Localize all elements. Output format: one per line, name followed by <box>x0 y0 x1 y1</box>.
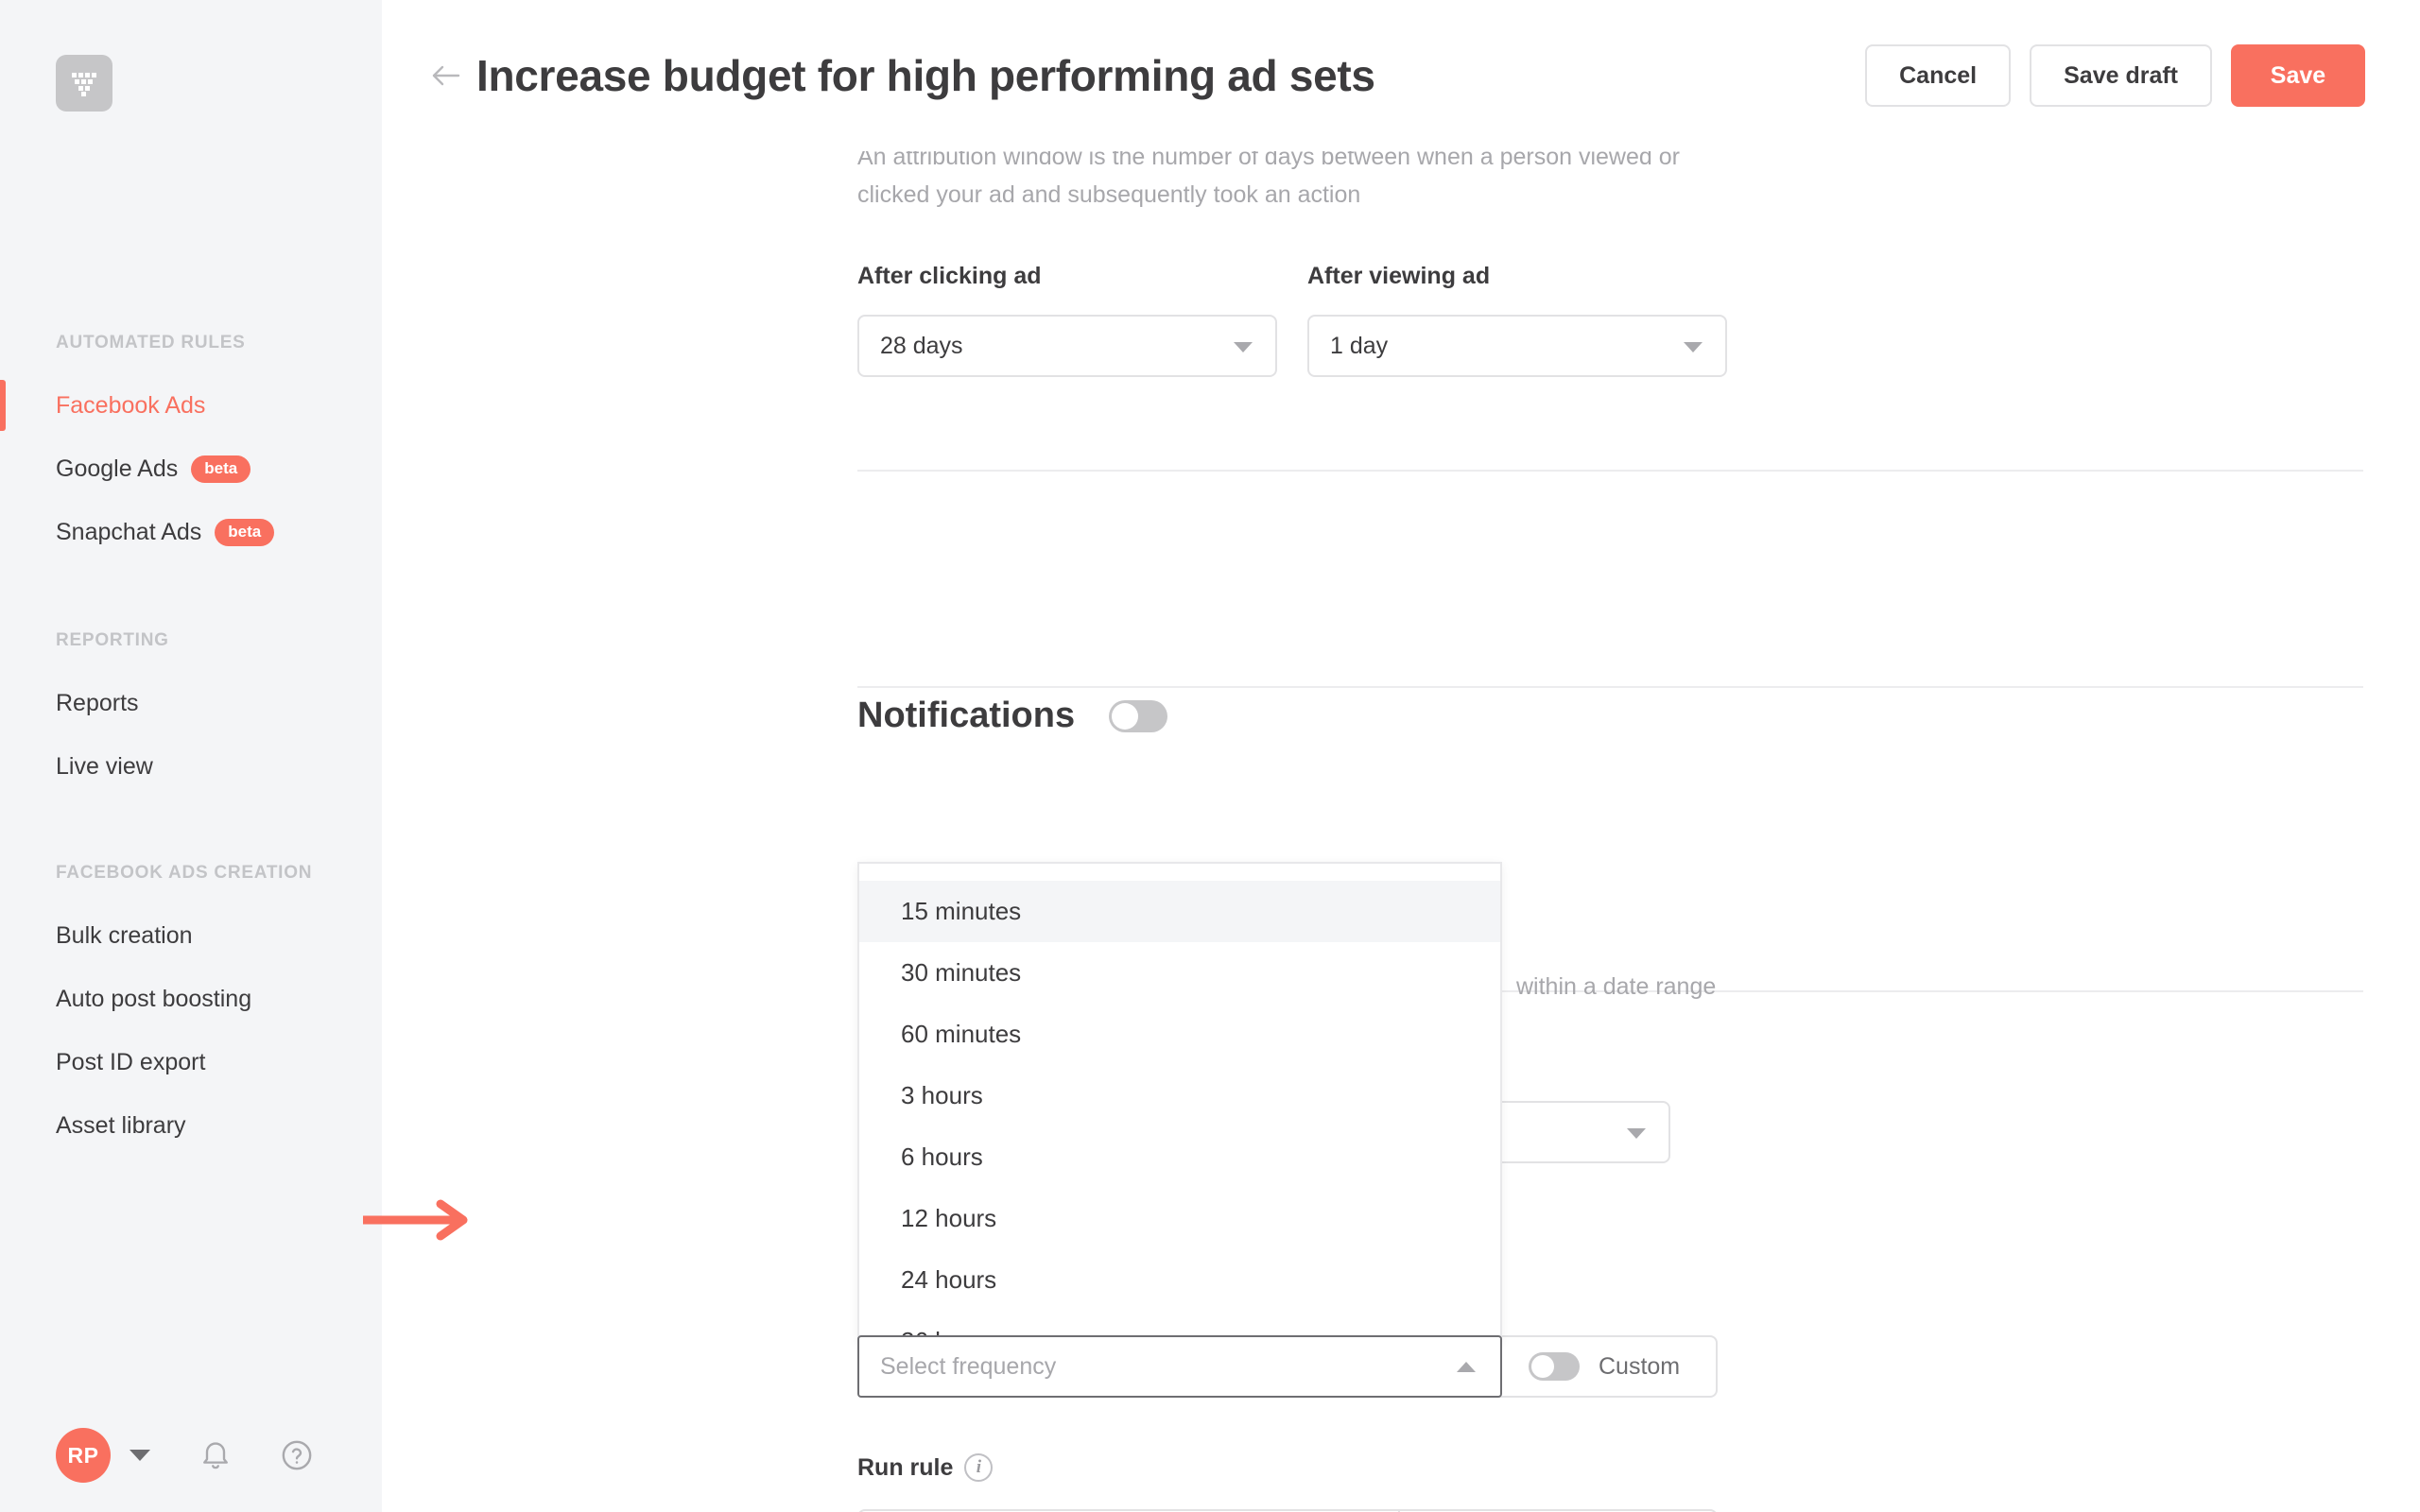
chevron-down-icon <box>1627 1128 1646 1139</box>
form-content: An attribution window is the number of d… <box>382 144 2420 1512</box>
sidebar-footer: RP <box>0 1399 382 1512</box>
dropdown-option[interactable]: 60 minutes <box>859 1004 1500 1065</box>
sidebar-item-auto-post-boosting[interactable]: Auto post boosting <box>0 968 382 1031</box>
sidebar-item-live-view[interactable]: Live view <box>0 735 382 799</box>
sidebar-item-label: Live view <box>56 753 153 780</box>
frequency-placeholder: Select frequency <box>880 1352 1057 1380</box>
sidebar-nav: AUTOMATED RULES Facebook Ads Google Ads … <box>0 333 382 1158</box>
run-rule-label: Run rule <box>857 1453 954 1481</box>
sidebar-item-post-id-export[interactable]: Post ID export <box>0 1031 382 1094</box>
after-viewing-ad-field: After viewing ad 1 day <box>1307 263 1727 377</box>
sidebar-item-label: Google Ads <box>56 455 179 482</box>
frequency-row: Select frequency Custom <box>857 1335 1718 1398</box>
sidebar-item-label: Snapchat Ads <box>56 519 202 545</box>
chevron-up-icon <box>1457 1362 1476 1372</box>
dropdown-top-padding <box>859 864 1500 881</box>
after-clicking-ad-field: After clicking ad 28 days <box>857 263 1277 377</box>
main-panel: Increase budget for high performing ad s… <box>382 0 2420 1512</box>
sidebar-item-asset-library[interactable]: Asset library <box>0 1094 382 1158</box>
sidebar-item-label: Asset library <box>56 1112 186 1139</box>
after-clicking-ad-label: After clicking ad <box>857 263 1042 289</box>
dropdown-option[interactable]: 3 hours <box>859 1065 1500 1126</box>
top-bar-actions: Cancel Save draft Save <box>1865 44 2365 107</box>
custom-toggle-cell[interactable]: Custom <box>1502 1337 1716 1396</box>
section-divider <box>857 686 2363 688</box>
nav-group-reporting: REPORTING Reports Live view <box>0 630 382 799</box>
custom-label: Custom <box>1599 1352 1681 1380</box>
beta-badge: beta <box>191 455 251 483</box>
sidebar-item-facebook-ads[interactable]: Facebook Ads <box>0 374 382 438</box>
frequency-dropdown[interactable]: 15 minutes 30 minutes 60 minutes 3 hours… <box>857 862 1502 1343</box>
chevron-down-icon[interactable] <box>130 1450 150 1461</box>
app-root: AUTOMATED RULES Facebook Ads Google Ads … <box>0 0 2420 1512</box>
after-viewing-ad-select[interactable]: 1 day <box>1307 315 1727 377</box>
notifications-section-header: Notifications <box>857 696 1168 736</box>
dropdown-option[interactable]: 24 hours <box>859 1249 1500 1311</box>
sidebar-item-label: Post ID export <box>56 1049 206 1075</box>
dropdown-option[interactable]: 15 minutes <box>859 881 1500 942</box>
section-divider <box>857 470 2363 472</box>
nav-heading-reporting: REPORTING <box>56 630 169 650</box>
sidebar-item-label: Facebook Ads <box>56 392 206 419</box>
chevron-down-icon <box>1684 342 1703 352</box>
notifications-toggle[interactable] <box>1109 699 1168 732</box>
sidebar-item-label: Reports <box>56 690 139 716</box>
dropdown-option[interactable]: 12 hours <box>859 1188 1500 1249</box>
top-bar: Increase budget for high performing ad s… <box>382 0 2420 151</box>
save-draft-button[interactable]: Save draft <box>2030 44 2212 107</box>
run-rule-label-row: Run rule i <box>857 1453 994 1482</box>
after-viewing-ad-label: After viewing ad <box>1307 263 1491 289</box>
notifications-title: Notifications <box>857 696 1076 735</box>
nav-group-facebook-ads-creation: FACEBOOK ADS CREATION Bulk creation Auto… <box>0 863 382 1158</box>
dropdown-option[interactable]: 30 minutes <box>859 942 1500 1004</box>
sidebar-item-reports[interactable]: Reports <box>0 672 382 735</box>
bell-icon[interactable] <box>199 1438 232 1472</box>
page-title: Increase budget for high performing ad s… <box>476 51 1375 100</box>
sidebar-item-snapchat-ads[interactable]: Snapchat Ads beta <box>0 501 382 564</box>
sidebar: AUTOMATED RULES Facebook Ads Google Ads … <box>0 0 382 1512</box>
frequency-input[interactable]: Select frequency <box>857 1335 1502 1398</box>
after-viewing-ad-value: 1 day <box>1330 332 1389 359</box>
after-clicking-ad-value: 28 days <box>880 332 963 359</box>
avatar[interactable]: RP <box>56 1428 111 1483</box>
sidebar-item-label: Bulk creation <box>56 922 193 949</box>
nav-heading-automated-rules: AUTOMATED RULES <box>56 333 246 352</box>
info-icon[interactable]: i <box>964 1453 994 1482</box>
app-logo-icon[interactable] <box>56 55 112 112</box>
save-button[interactable]: Save <box>2231 44 2365 107</box>
nav-group-automated-rules: AUTOMATED RULES Facebook Ads Google Ads … <box>0 333 382 564</box>
beta-badge: beta <box>215 519 275 546</box>
dropdown-option[interactable]: 6 hours <box>859 1126 1500 1188</box>
nav-heading-facebook-ads-creation: FACEBOOK ADS CREATION <box>56 863 313 883</box>
cancel-button[interactable]: Cancel <box>1865 44 2012 107</box>
toggle-knob <box>1112 702 1139 730</box>
chevron-down-icon <box>1234 342 1253 352</box>
schedule-partial-text: within a date range <box>1516 973 1717 1000</box>
sidebar-item-google-ads[interactable]: Google Ads beta <box>0 438 382 501</box>
sidebar-item-bulk-creation[interactable]: Bulk creation <box>0 904 382 968</box>
custom-toggle[interactable] <box>1529 1352 1580 1381</box>
help-circle-icon[interactable] <box>281 1439 313 1471</box>
sidebar-item-label: Auto post boosting <box>56 986 252 1012</box>
arrow-left-icon[interactable] <box>420 61 473 90</box>
toggle-knob <box>1531 1355 1554 1378</box>
after-clicking-ad-select[interactable]: 28 days <box>857 315 1277 377</box>
